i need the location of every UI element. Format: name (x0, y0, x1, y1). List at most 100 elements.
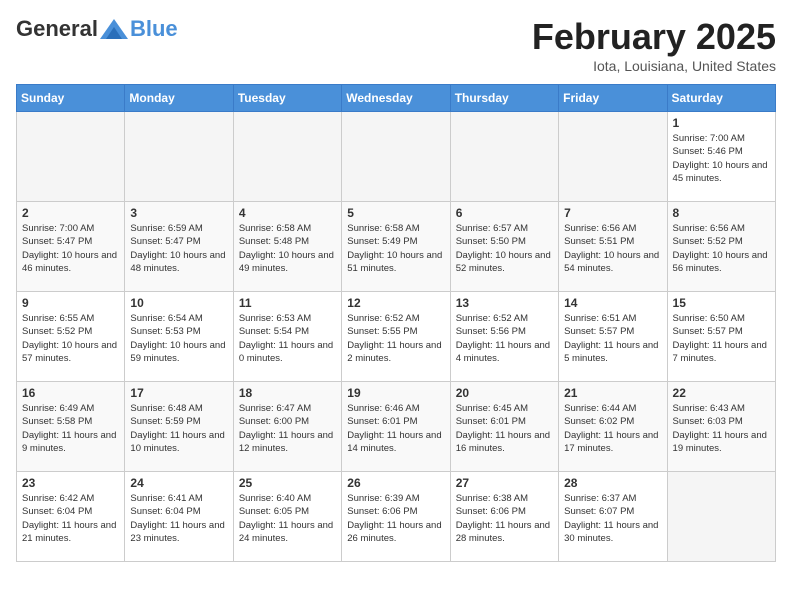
calendar-day-header: Sunday (17, 85, 125, 112)
day-info: Sunrise: 6:57 AM Sunset: 5:50 PM Dayligh… (456, 222, 553, 275)
calendar-week-row: 1 Sunrise: 7:00 AM Sunset: 5:46 PM Daylig… (17, 112, 776, 202)
day-info: Sunrise: 6:52 AM Sunset: 5:55 PM Dayligh… (347, 312, 444, 365)
calendar-table: SundayMondayTuesdayWednesdayThursdayFrid… (16, 84, 776, 562)
calendar-cell: 7 Sunrise: 6:56 AM Sunset: 5:51 PM Daylig… (559, 202, 667, 292)
calendar-cell (125, 112, 233, 202)
calendar-day-header: Thursday (450, 85, 558, 112)
day-number: 24 (130, 476, 227, 490)
calendar-week-row: 16Sunrise: 6:49 AM Sunset: 5:58 PM Dayli… (17, 382, 776, 472)
calendar-cell: 21 Sunrise: 6:44 AM Sunset: 6:02 PM Dayli… (559, 382, 667, 472)
calendar-cell: 28 Sunrise: 6:37 AM Sunset: 6:07 PM Dayli… (559, 472, 667, 562)
calendar-cell: 19Sunrise: 6:46 AM Sunset: 6:01 PM Dayli… (342, 382, 450, 472)
day-number: 27 (456, 476, 553, 490)
calendar-day-header: Wednesday (342, 85, 450, 112)
day-info: Sunrise: 6:43 AM Sunset: 6:03 PM Dayligh… (673, 402, 770, 455)
day-info: Sunrise: 6:48 AM Sunset: 5:59 PM Dayligh… (130, 402, 227, 455)
logo-blue-text: Blue (130, 16, 178, 42)
day-number: 18 (239, 386, 336, 400)
calendar-cell (667, 472, 775, 562)
day-number: 15 (673, 296, 770, 310)
day-number: 14 (564, 296, 661, 310)
day-info: Sunrise: 6:42 AM Sunset: 6:04 PM Dayligh… (22, 492, 119, 545)
day-number: 17 (130, 386, 227, 400)
day-number: 4 (239, 206, 336, 220)
logo-general-text: General (16, 16, 98, 42)
day-info: Sunrise: 6:45 AM Sunset: 6:01 PM Dayligh… (456, 402, 553, 455)
calendar-day-header: Monday (125, 85, 233, 112)
title-block: February 2025 Iota, Louisiana, United St… (532, 16, 776, 74)
day-number: 8 (673, 206, 770, 220)
day-info: Sunrise: 6:59 AM Sunset: 5:47 PM Dayligh… (130, 222, 227, 275)
day-info: Sunrise: 7:00 AM Sunset: 5:46 PM Dayligh… (673, 132, 770, 185)
day-number: 3 (130, 206, 227, 220)
calendar-cell: 13 Sunrise: 6:52 AM Sunset: 5:56 PM Dayli… (450, 292, 558, 382)
day-info: Sunrise: 6:39 AM Sunset: 6:06 PM Dayligh… (347, 492, 444, 545)
calendar-cell: 23 Sunrise: 6:42 AM Sunset: 6:04 PM Dayli… (17, 472, 125, 562)
day-number: 26 (347, 476, 444, 490)
calendar-cell (559, 112, 667, 202)
calendar-cell (342, 112, 450, 202)
day-number: 28 (564, 476, 661, 490)
day-number: 9 (22, 296, 119, 310)
day-info: Sunrise: 6:38 AM Sunset: 6:06 PM Dayligh… (456, 492, 553, 545)
calendar-cell: 18 Sunrise: 6:47 AM Sunset: 6:00 PM Dayli… (233, 382, 341, 472)
day-number: 2 (22, 206, 119, 220)
page-header: General Blue February 2025 Iota, Louisia… (16, 16, 776, 74)
calendar-week-row: 9 Sunrise: 6:55 AM Sunset: 5:52 PM Daylig… (17, 292, 776, 382)
calendar-cell: 3 Sunrise: 6:59 AM Sunset: 5:47 PM Daylig… (125, 202, 233, 292)
day-info: Sunrise: 6:52 AM Sunset: 5:56 PM Dayligh… (456, 312, 553, 365)
day-info: Sunrise: 6:51 AM Sunset: 5:57 PM Dayligh… (564, 312, 661, 365)
day-number: 11 (239, 296, 336, 310)
calendar-cell: 6 Sunrise: 6:57 AM Sunset: 5:50 PM Daylig… (450, 202, 558, 292)
day-info: Sunrise: 6:50 AM Sunset: 5:57 PM Dayligh… (673, 312, 770, 365)
day-info: Sunrise: 6:56 AM Sunset: 5:51 PM Dayligh… (564, 222, 661, 275)
logo-icon (100, 19, 128, 39)
day-info: Sunrise: 6:58 AM Sunset: 5:49 PM Dayligh… (347, 222, 444, 275)
day-info: Sunrise: 6:47 AM Sunset: 6:00 PM Dayligh… (239, 402, 336, 455)
day-number: 7 (564, 206, 661, 220)
calendar-cell: 15 Sunrise: 6:50 AM Sunset: 5:57 PM Dayli… (667, 292, 775, 382)
calendar-cell: 20 Sunrise: 6:45 AM Sunset: 6:01 PM Dayli… (450, 382, 558, 472)
day-info: Sunrise: 7:00 AM Sunset: 5:47 PM Dayligh… (22, 222, 119, 275)
day-number: 23 (22, 476, 119, 490)
calendar-week-row: 23 Sunrise: 6:42 AM Sunset: 6:04 PM Dayli… (17, 472, 776, 562)
calendar-cell: 25 Sunrise: 6:40 AM Sunset: 6:05 PM Dayli… (233, 472, 341, 562)
calendar-header-row: SundayMondayTuesdayWednesdayThursdayFrid… (17, 85, 776, 112)
calendar-day-header: Saturday (667, 85, 775, 112)
day-info: Sunrise: 6:55 AM Sunset: 5:52 PM Dayligh… (22, 312, 119, 365)
day-number: 13 (456, 296, 553, 310)
calendar-day-header: Tuesday (233, 85, 341, 112)
day-number: 1 (673, 116, 770, 130)
calendar-cell: 26 Sunrise: 6:39 AM Sunset: 6:06 PM Dayli… (342, 472, 450, 562)
calendar-cell: 14 Sunrise: 6:51 AM Sunset: 5:57 PM Dayli… (559, 292, 667, 382)
day-info: Sunrise: 6:37 AM Sunset: 6:07 PM Dayligh… (564, 492, 661, 545)
calendar-week-row: 2 Sunrise: 7:00 AM Sunset: 5:47 PM Daylig… (17, 202, 776, 292)
calendar-day-header: Friday (559, 85, 667, 112)
day-number: 10 (130, 296, 227, 310)
month-title: February 2025 (532, 16, 776, 58)
calendar-cell (450, 112, 558, 202)
day-number: 20 (456, 386, 553, 400)
day-number: 5 (347, 206, 444, 220)
day-info: Sunrise: 6:40 AM Sunset: 6:05 PM Dayligh… (239, 492, 336, 545)
calendar-cell: 22 Sunrise: 6:43 AM Sunset: 6:03 PM Dayli… (667, 382, 775, 472)
day-info: Sunrise: 6:46 AM Sunset: 6:01 PM Dayligh… (347, 402, 444, 455)
calendar-cell: 10Sunrise: 6:54 AM Sunset: 5:53 PM Dayli… (125, 292, 233, 382)
calendar-cell: 2 Sunrise: 7:00 AM Sunset: 5:47 PM Daylig… (17, 202, 125, 292)
calendar-cell: 27 Sunrise: 6:38 AM Sunset: 6:06 PM Dayli… (450, 472, 558, 562)
calendar-cell (17, 112, 125, 202)
day-info: Sunrise: 6:44 AM Sunset: 6:02 PM Dayligh… (564, 402, 661, 455)
calendar-cell: 17 Sunrise: 6:48 AM Sunset: 5:59 PM Dayli… (125, 382, 233, 472)
day-number: 21 (564, 386, 661, 400)
calendar-cell: 1 Sunrise: 7:00 AM Sunset: 5:46 PM Daylig… (667, 112, 775, 202)
calendar-cell: 16Sunrise: 6:49 AM Sunset: 5:58 PM Dayli… (17, 382, 125, 472)
logo: General Blue (16, 16, 178, 42)
day-info: Sunrise: 6:41 AM Sunset: 6:04 PM Dayligh… (130, 492, 227, 545)
calendar-cell: 12Sunrise: 6:52 AM Sunset: 5:55 PM Dayli… (342, 292, 450, 382)
calendar-cell: 5 Sunrise: 6:58 AM Sunset: 5:49 PM Daylig… (342, 202, 450, 292)
day-number: 22 (673, 386, 770, 400)
day-number: 6 (456, 206, 553, 220)
calendar-cell: 9 Sunrise: 6:55 AM Sunset: 5:52 PM Daylig… (17, 292, 125, 382)
day-info: Sunrise: 6:49 AM Sunset: 5:58 PM Dayligh… (22, 402, 119, 455)
day-number: 25 (239, 476, 336, 490)
